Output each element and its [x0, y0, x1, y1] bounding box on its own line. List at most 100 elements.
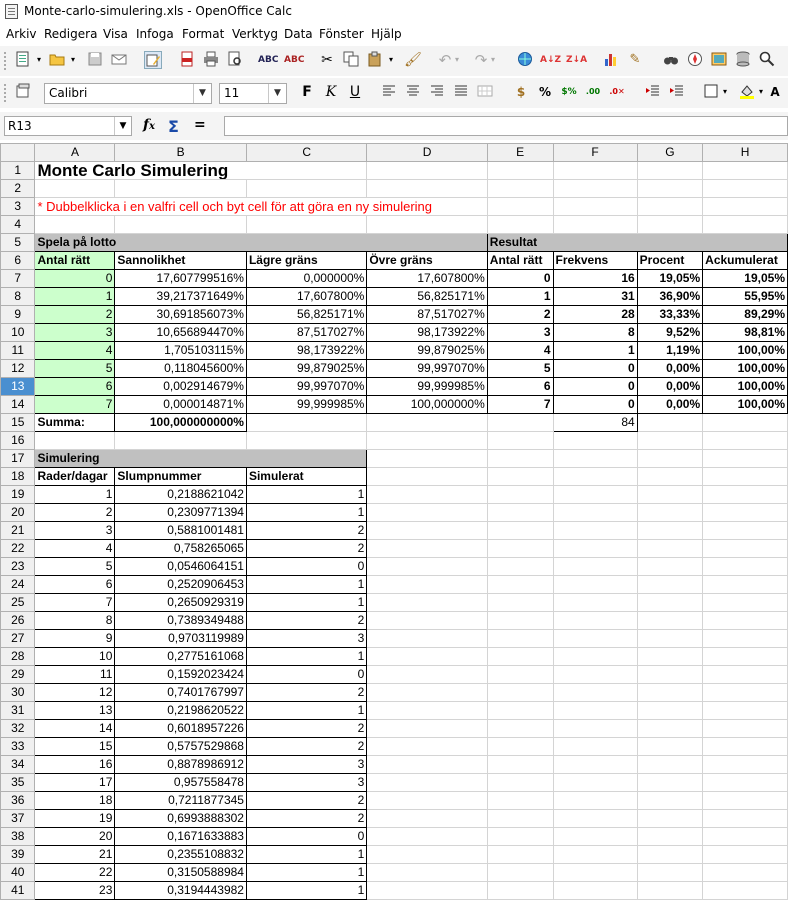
paste-dropdown-icon[interactable]: ▾ [386, 51, 396, 69]
sim-simulerat[interactable]: 1 [245, 845, 368, 864]
empty-cell[interactable] [702, 215, 788, 234]
lotto-ovre-grans[interactable]: 98,173922% [366, 323, 488, 342]
sim-rad[interactable]: 1 [34, 485, 116, 504]
sim-slumpnummer[interactable]: 0,2188621042 [114, 485, 247, 504]
lotto-header[interactable]: Övre gräns [366, 251, 488, 270]
result-ackumulerat[interactable]: 100,00% [702, 359, 788, 378]
empty-cell[interactable] [366, 863, 488, 882]
lotto-ovre-grans[interactable]: 99,999985% [366, 377, 488, 396]
lotto-sannolikhet[interactable]: 30,691856073% [114, 305, 247, 324]
menu-format[interactable]: Format [182, 27, 224, 41]
empty-cell[interactable] [366, 665, 488, 684]
row-header-36[interactable]: 36 [0, 791, 36, 810]
lotto-ovre-grans[interactable]: 99,997070% [366, 359, 488, 378]
edit-mode-icon[interactable] [144, 51, 162, 69]
lotto-sannolikhet[interactable]: 17,607799516% [114, 269, 247, 288]
sim-simulerat[interactable]: 1 [245, 485, 368, 504]
sim-rad[interactable]: 11 [34, 665, 116, 684]
percent-format-icon[interactable]: % [536, 83, 554, 101]
autospellcheck-icon[interactable]: ABC [284, 51, 304, 69]
lotto-lagre-grans[interactable]: 98,173922% [245, 341, 368, 360]
empty-cell[interactable] [702, 521, 788, 540]
result-ackumulerat[interactable]: 100,00% [702, 377, 788, 396]
sim-rad[interactable]: 19 [34, 809, 116, 828]
result-header[interactable]: Frekvens [552, 251, 638, 270]
result-procent[interactable]: 0,00% [636, 359, 704, 378]
lotto-antal-ratt[interactable]: 1 [34, 287, 116, 306]
empty-cell[interactable] [486, 647, 554, 666]
row-header-10[interactable]: 10 [0, 323, 36, 342]
lotto-lagre-grans[interactable]: 56,825171% [245, 305, 368, 324]
empty-cell[interactable] [552, 863, 638, 882]
menu-fonster[interactable]: Fönster [319, 27, 364, 41]
cut-icon[interactable]: ✂ [318, 51, 336, 69]
chart-icon[interactable] [602, 51, 620, 69]
empty-cell[interactable] [486, 539, 554, 558]
font-size-combo[interactable]: 11 ▼ [219, 83, 287, 104]
sim-slumpnummer[interactable]: 0,2775161068 [114, 647, 247, 666]
empty-cell[interactable] [636, 539, 704, 558]
result-antal-ratt[interactable]: 7 [486, 395, 554, 414]
empty-cell[interactable] [702, 773, 788, 792]
row-header-26[interactable]: 26 [0, 611, 36, 630]
sim-rad[interactable]: 12 [34, 683, 116, 702]
row-header-9[interactable]: 9 [0, 305, 36, 324]
empty-cell[interactable] [552, 431, 638, 450]
row-header-28[interactable]: 28 [0, 647, 36, 666]
sim-slumpnummer[interactable]: 0,9703119989 [114, 629, 247, 648]
result-frekvens[interactable]: 0 [552, 395, 638, 414]
sim-rad[interactable]: 4 [34, 539, 116, 558]
empty-cell[interactable] [702, 467, 788, 486]
empty-cell[interactable] [552, 485, 638, 504]
sim-rad[interactable]: 8 [34, 611, 116, 630]
empty-cell[interactable] [702, 809, 788, 828]
empty-cell[interactable] [636, 161, 704, 180]
empty-cell[interactable] [702, 755, 788, 774]
chevron-down-icon[interactable]: ▼ [114, 117, 131, 135]
lotto-sannolikhet[interactable]: 0,118045600% [114, 359, 247, 378]
chevron-down-icon[interactable]: ▼ [268, 84, 286, 103]
lotto-sannolikhet[interactable]: 1,705103115% [114, 341, 247, 360]
empty-cell[interactable] [114, 431, 247, 450]
empty-cell[interactable] [486, 809, 554, 828]
sim-slumpnummer[interactable]: 0,5757529868 [114, 737, 247, 756]
result-antal-ratt[interactable]: 1 [486, 287, 554, 306]
lotto-ovre-grans[interactable]: 100,000000% [366, 395, 488, 414]
sim-rad[interactable]: 21 [34, 845, 116, 864]
row-header-8[interactable]: 8 [0, 287, 36, 306]
empty-cell[interactable] [552, 755, 638, 774]
empty-cell[interactable] [702, 845, 788, 864]
row-header-16[interactable]: 16 [0, 431, 36, 450]
clone-formatting-icon[interactable]: 🖌 [404, 51, 422, 69]
new-document-icon[interactable] [14, 51, 32, 69]
empty-cell[interactable] [552, 557, 638, 576]
gallery-icon[interactable] [710, 51, 728, 69]
column-header-d[interactable]: D [366, 143, 488, 162]
empty-cell[interactable] [486, 179, 554, 198]
lotto-lagre-grans[interactable]: 17,607800% [245, 287, 368, 306]
delete-decimal-icon[interactable]: .0✕ [608, 83, 626, 101]
undo-dropdown-icon[interactable]: ▾ [452, 51, 462, 69]
empty-cell[interactable] [366, 701, 488, 720]
simulation-section-header[interactable]: Simulering [34, 449, 368, 468]
sim-rad[interactable]: 23 [34, 881, 116, 900]
empty-cell[interactable] [552, 197, 638, 216]
standard-format-icon[interactable]: $% [560, 83, 578, 101]
empty-cell[interactable] [552, 683, 638, 702]
empty-cell[interactable] [702, 737, 788, 756]
result-frekvens[interactable]: 31 [552, 287, 638, 306]
lotto-antal-ratt[interactable]: 5 [34, 359, 116, 378]
lotto-ovre-grans[interactable]: 87,517027% [366, 305, 488, 324]
result-procent[interactable]: 1,19% [636, 341, 704, 360]
sim-simulerat[interactable]: 1 [245, 881, 368, 900]
result-antal-ratt[interactable]: 2 [486, 305, 554, 324]
empty-cell[interactable] [552, 737, 638, 756]
sim-slumpnummer[interactable]: 0,8878986912 [114, 755, 247, 774]
empty-cell[interactable] [245, 431, 368, 450]
empty-cell[interactable] [366, 809, 488, 828]
row-header-23[interactable]: 23 [0, 557, 36, 576]
empty-cell[interactable] [702, 827, 788, 846]
empty-cell[interactable] [486, 413, 554, 432]
empty-cell[interactable] [702, 647, 788, 666]
empty-cell[interactable] [552, 161, 638, 180]
